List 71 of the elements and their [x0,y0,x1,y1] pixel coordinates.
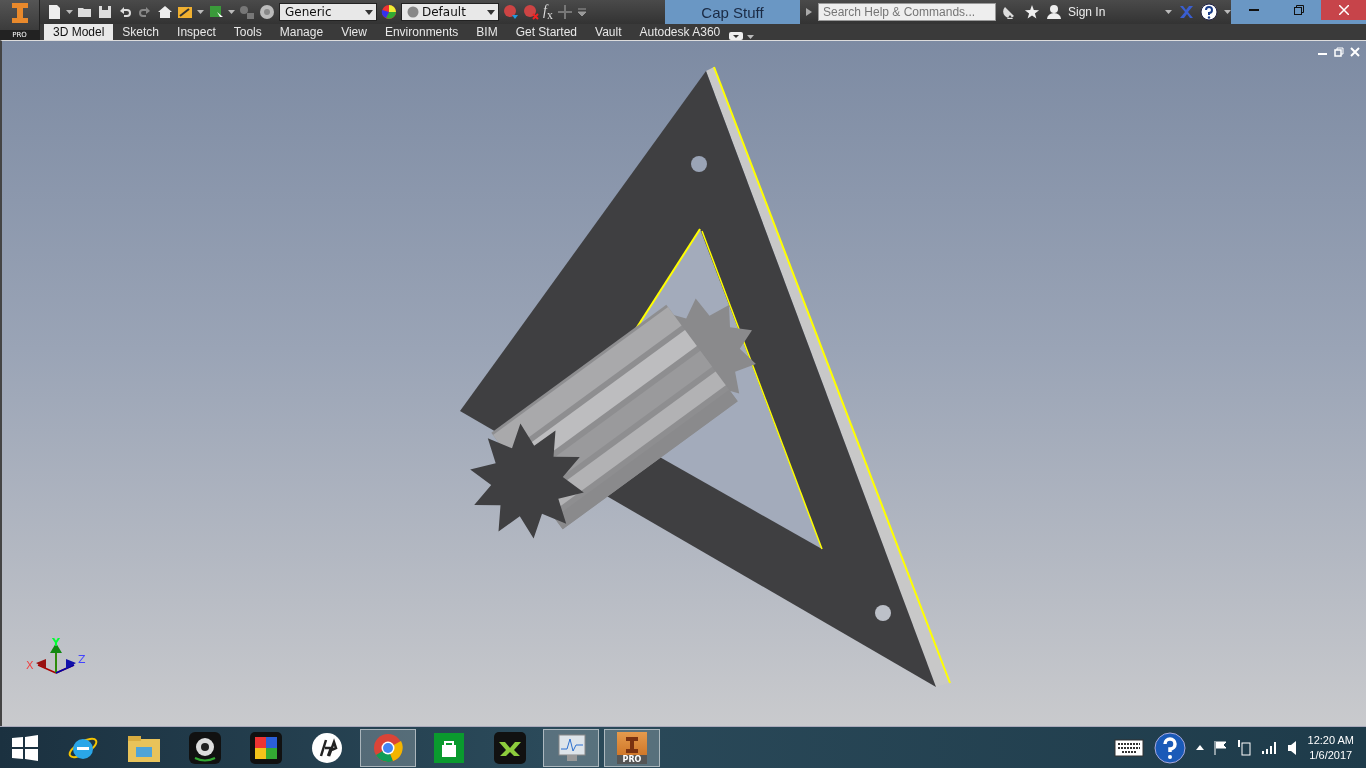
document-restore-icon[interactable] [1334,47,1344,57]
clock[interactable]: 12:20 AM 1/6/2017 [1307,732,1354,763]
minimize-icon[interactable] [1248,9,1259,11]
sign-in-link[interactable]: Sign In [1068,5,1106,19]
help-icon[interactable] [1200,3,1218,21]
select-icon[interactable] [208,4,224,20]
material-dropdown[interactable]: Generic [279,3,377,21]
caret-icon[interactable] [228,9,235,15]
flag-icon[interactable] [1213,740,1228,755]
plus-icon[interactable] [556,4,573,20]
save-icon[interactable] [97,4,113,20]
caret-icon[interactable] [1165,9,1172,15]
ribbon-tab[interactable]: Manage [270,24,333,40]
app-logo-icon[interactable] [10,2,29,24]
webcam-icon[interactable] [189,731,221,764]
user-icon[interactable] [1046,4,1062,20]
taskbar-button[interactable] [360,728,416,767]
taskbar-button[interactable]: PRO [604,728,660,767]
windows-start-icon[interactable] [12,734,38,761]
restore-icon[interactable] [1293,5,1304,15]
ribbon-tab[interactable]: Environments [375,24,468,40]
touch-keyboard-icon[interactable] [1113,738,1144,757]
close-icon[interactable] [1338,5,1349,15]
sphere-icon [407,6,419,18]
adjust-icon[interactable] [239,4,255,20]
store-icon[interactable] [434,732,464,763]
help-icon[interactable] [1153,731,1186,764]
star-icon[interactable] [1024,4,1040,20]
clear-appearance-icon[interactable] [523,4,539,20]
taskbar-button[interactable] [543,728,599,767]
speaker-icon[interactable] [1287,740,1298,755]
dropdown-arrow-icon[interactable] [365,9,373,15]
appearance-dropdown[interactable]: Default [401,3,499,21]
texture-sphere-icon[interactable] [259,4,275,20]
ribbon-tab[interactable]: Autodesk A360 [630,24,730,40]
caret-icon[interactable] [66,9,73,15]
ribbon-tab[interactable]: BIM [467,24,507,40]
chrome-icon[interactable] [373,732,403,763]
battery-icon[interactable] [1237,739,1252,756]
search-field[interactable]: Search Help & Commands... [818,3,996,21]
new-file-icon[interactable] [46,4,62,20]
video-icon[interactable] [729,32,744,40]
y-axis-label: Y [52,637,60,649]
performance-monitor-icon[interactable] [555,732,587,763]
ribbon-tab[interactable]: Get Started [506,24,587,40]
document-close-icon[interactable] [1350,47,1360,57]
appearance-adjust-icon[interactable] [503,4,519,20]
sketch-icon[interactable] [177,4,193,20]
z-axis-label: Z [78,653,86,666]
expand-arrow-icon[interactable] [806,8,812,16]
signal-bars-icon[interactable] [1261,741,1278,754]
color-wheel-icon[interactable] [381,4,397,20]
puzzle-icon[interactable] [250,731,282,764]
dropdown-arrow-icon[interactable] [487,9,495,15]
customize-caret-icon[interactable] [576,7,587,17]
ribbon-tab[interactable]: Vault [586,24,631,40]
ribbon-tab[interactable]: Inspect [168,24,225,40]
close-button[interactable] [1321,0,1366,20]
ribbon-tab[interactable]: Sketch [113,24,169,40]
inventor-icon[interactable]: PRO [617,731,647,764]
x-axis-label: X [26,659,34,672]
caret-icon[interactable] [197,9,204,15]
window-title: Cap Stuff [665,0,800,24]
caret-icon[interactable] [1224,9,1231,15]
redo-icon[interactable] [137,4,153,20]
parameters-button[interactable]: f$_{x}$ [543,2,553,22]
ribbon-tab[interactable]: View [332,24,376,40]
show-hidden-icons-icon[interactable] [1195,745,1204,750]
ribbon-tab[interactable]: 3D Model [44,24,114,40]
home-icon[interactable] [157,4,173,20]
ribbon-tab[interactable]: Tools [224,24,271,40]
